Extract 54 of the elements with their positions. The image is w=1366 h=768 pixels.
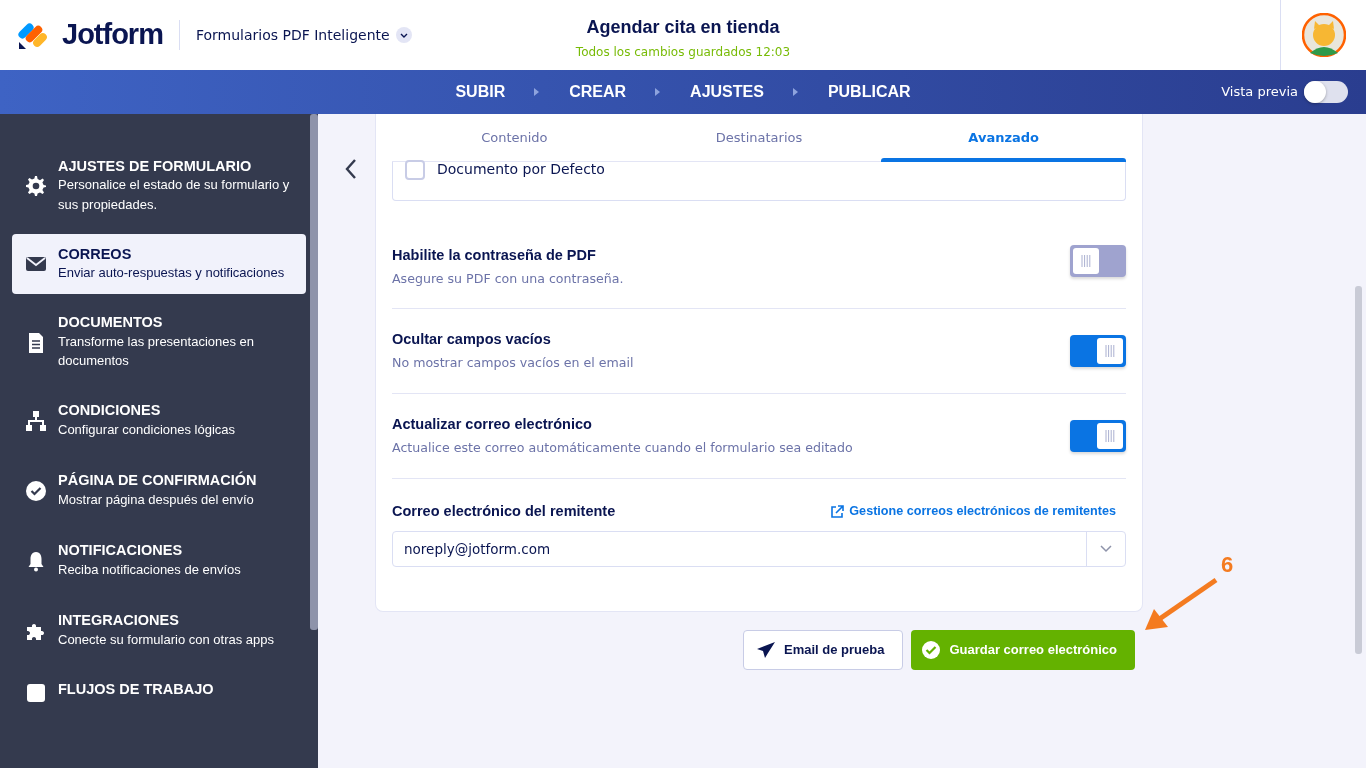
- setting-title: Actualizar correo electrónico: [392, 415, 593, 435]
- caret-icon: [1100, 544, 1112, 553]
- toggle-switch[interactable]: [1070, 245, 1126, 277]
- tree-icon: [24, 408, 48, 433]
- check-icon: [24, 478, 48, 503]
- grip-icon: [1081, 254, 1091, 268]
- send-icon: [756, 641, 776, 659]
- brand-name: Jotform: [62, 17, 163, 53]
- sender-select[interactable]: noreply@jotform.com: [392, 530, 1126, 567]
- step-tab[interactable]: PUBLICAR: [813, 80, 925, 104]
- toggle-switch[interactable]: [1070, 420, 1126, 452]
- setting-description: No mostrar campos vacíos en el email: [392, 353, 634, 372]
- step-tab[interactable]: CREAR: [555, 80, 641, 104]
- checkbox[interactable]: [405, 160, 425, 180]
- avatar-icon[interactable]: [1301, 13, 1346, 57]
- sidebar-item[interactable]: FLUJOS DE TRABAJO: [12, 670, 306, 731]
- form-type-label: Formularios PDF Inteligente: [195, 25, 390, 45]
- manage-senders-link[interactable]: Gestione correos electrónicos de remitentes: [830, 502, 1116, 522]
- test-email-button[interactable]: Email de prueba: [743, 630, 904, 670]
- dropdown-icon[interactable]: [395, 27, 412, 43]
- preview-toggle[interactable]: [1304, 81, 1348, 103]
- sidebar-item[interactable]: CONDICIONES Configurar condiciones lógicas: [12, 390, 306, 451]
- logo-icon: [18, 20, 50, 50]
- toggle-switch[interactable]: [1070, 335, 1126, 367]
- sidebar-item[interactable]: PÁGINA DE CONFIRMACIÓN Mostrar página después del envío: [12, 460, 306, 521]
- grip-icon: [1105, 344, 1115, 358]
- setting-title: Habilite la contraseña de PDF: [392, 246, 597, 265]
- save-status: Todos los cambios guardados 12:03: [575, 44, 791, 61]
- preview-label: Vista previa: [1221, 83, 1298, 102]
- setting-description: Actualice este correo automáticamente cuando el formulario sea editado: [392, 438, 853, 457]
- step-number: 6: [1221, 551, 1234, 579]
- setting-description: Asegure su PDF con una contraseña.: [392, 269, 624, 288]
- sidebar-item[interactable]: AJUSTES DE FORMULARIO Personalice el estado de su formulario y sus propiedades.: [12, 148, 306, 225]
- tab[interactable]: Avanzado: [881, 114, 1126, 161]
- chevron-left-icon: [344, 158, 358, 180]
- field-label: Correo electrónico del remitente: [392, 502, 616, 521]
- scrollbar[interactable]: [310, 114, 318, 630]
- step-tab[interactable]: AJUSTES: [676, 80, 778, 104]
- external-link-icon: [830, 504, 845, 519]
- sidebar-item[interactable]: INTEGRACIONES Conecte su formulario con otras apps: [12, 600, 306, 661]
- sidebar-item[interactable]: DOCUMENTOS Transforme las presentaciones en documentos: [12, 304, 306, 381]
- step-tab[interactable]: SUBIR: [441, 80, 520, 104]
- grip-icon: [1105, 429, 1115, 443]
- tab[interactable]: Destinatarios: [636, 114, 882, 161]
- setting-title: Ocultar campos vacíos: [392, 330, 552, 350]
- sidebar-item[interactable]: CORREOS Enviar auto-respuestas y notificaciones: [12, 234, 306, 295]
- sidebar-item[interactable]: NOTIFICACIONES Reciba notificaciones de envíos: [12, 530, 306, 591]
- check-icon: [921, 640, 942, 660]
- tab[interactable]: Contenido: [392, 114, 637, 161]
- gear-icon: [24, 174, 48, 199]
- checkbox-label: Documento por Defecto: [437, 160, 605, 179]
- scrollbar[interactable]: [1355, 286, 1362, 654]
- chevron-icon: [791, 87, 800, 97]
- form-title[interactable]: Agendar cita en tienda: [586, 14, 780, 41]
